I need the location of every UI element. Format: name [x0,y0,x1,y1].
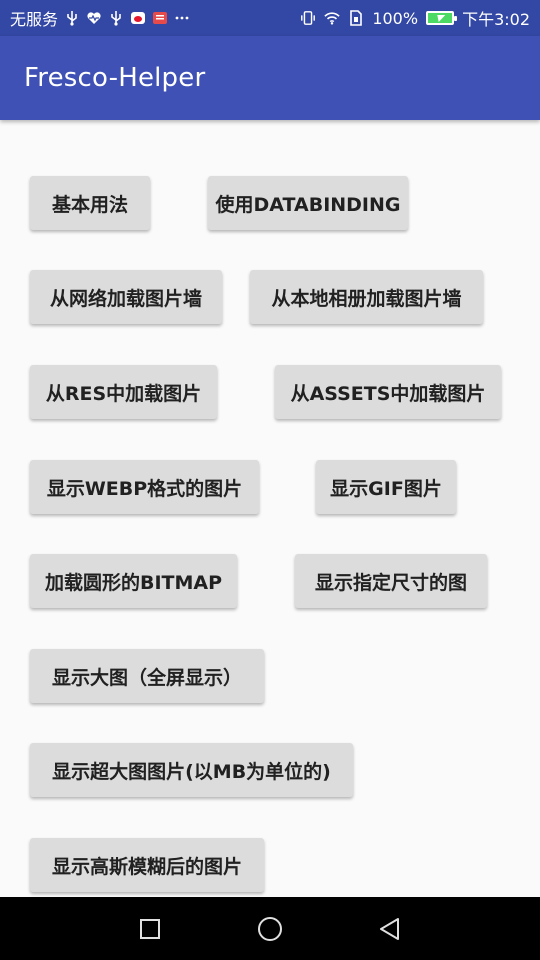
navigation-bar [0,897,540,960]
show-huge-image-button[interactable]: 显示超大图图片(以MB为单位的) [30,743,353,797]
show-gaussian-blur-button[interactable]: 显示高斯模糊后的图片 [30,838,264,892]
heart-rate-icon [86,10,102,26]
load-local-album-gallery-button[interactable]: 从本地相册加载图片墙 [250,270,483,324]
weibo-icon [130,10,146,26]
status-left: 无服务 [10,6,190,30]
battery-charging-icon [426,11,458,25]
wifi-icon [324,10,341,26]
status-right: 100% 下午3:02 [300,6,530,30]
more-dots-icon [174,10,190,26]
home-icon [258,916,282,941]
basic-usage-button[interactable]: 基本用法 [30,176,150,230]
app-title: Fresco-Helper [24,63,206,93]
usb-icon [64,10,80,26]
status-bar: 无服务 100% 下午3:02 [0,0,540,36]
back-button[interactable] [350,897,430,960]
show-gif-button[interactable]: 显示GIF图片 [316,460,456,514]
recent-apps-button[interactable] [110,897,190,960]
clock: 下午3:02 [462,10,530,29]
news-icon [152,10,168,26]
vibrate-icon [300,10,316,26]
sim-icon [348,10,364,26]
show-specified-size-button[interactable]: 显示指定尺寸的图 [295,554,487,608]
home-button[interactable] [230,897,310,960]
load-network-gallery-button[interactable]: 从网络加载图片墙 [30,270,222,324]
screen: 无服务 100% 下午3:02 Fresco-Helper 基本用法 使用DAT… [0,0,540,960]
battery-percent: 100% [372,8,419,28]
show-large-fullscreen-button[interactable]: 显示大图（全屏显示） [30,649,264,703]
use-databinding-button[interactable]: 使用DATABINDING [208,176,408,230]
load-round-bitmap-button[interactable]: 加载圆形的BITMAP [30,554,237,608]
back-icon [380,917,399,940]
load-from-assets-button[interactable]: 从ASSETS中加载图片 [275,365,501,419]
usb-icon [108,10,124,26]
load-from-res-button[interactable]: 从RES中加载图片 [30,365,217,419]
show-webp-button[interactable]: 显示WEBP格式的图片 [30,460,259,514]
carrier-text: 无服务 [10,10,59,29]
recent-apps-icon [140,918,160,939]
app-bar: Fresco-Helper [0,36,540,120]
